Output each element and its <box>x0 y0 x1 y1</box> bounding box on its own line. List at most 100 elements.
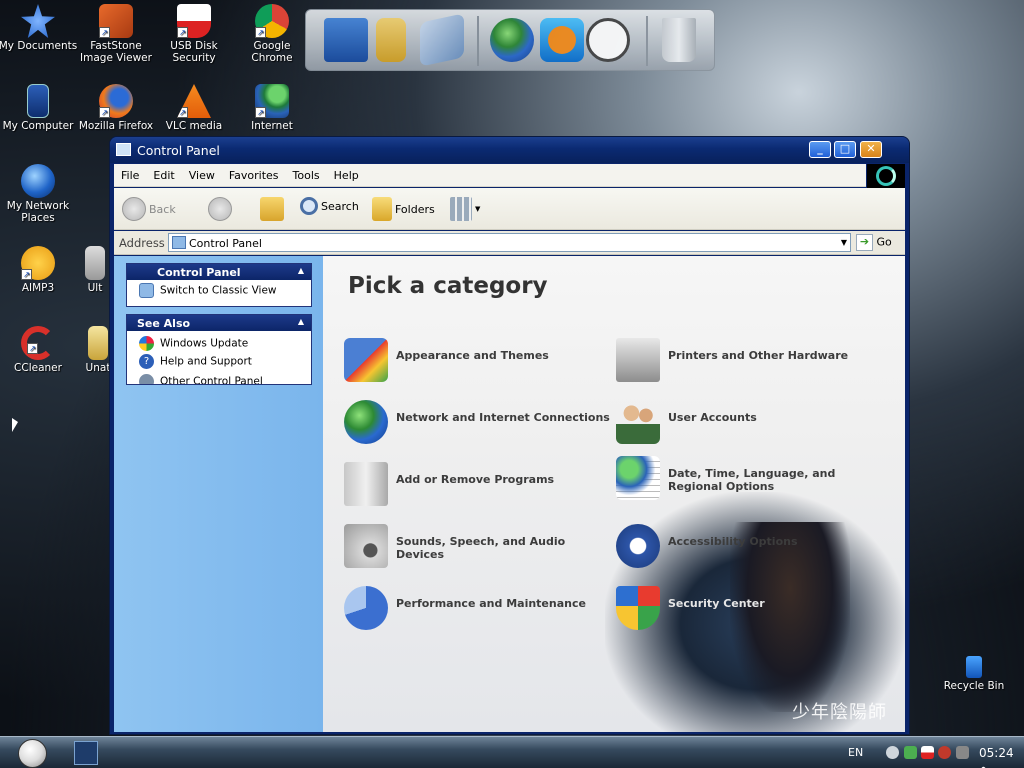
usb-security-icon: ↗ <box>177 4 211 38</box>
menu-favorites[interactable]: Favorites <box>222 164 286 182</box>
shortcut-arrow-icon: ↗ <box>21 269 32 280</box>
window-titlebar[interactable]: Control Panel _ □ ✕ <box>110 137 909 163</box>
ccleaner-icon: ↗ <box>21 326 55 360</box>
desktop-icon-label: My Computer <box>2 120 74 132</box>
category-network-connections[interactable]: Network and Internet Connections <box>344 400 614 450</box>
desktop-icon-label: My Documents <box>0 40 78 52</box>
category-performance-maintenance[interactable]: Performance and Maintenance <box>344 586 614 636</box>
menu-file[interactable]: File <box>114 164 146 182</box>
help-icon: ? <box>139 354 154 369</box>
close-button[interactable]: ✕ <box>860 141 882 158</box>
desktop-icon-my-computer[interactable]: My Computer <box>0 84 78 132</box>
star-documents-icon <box>21 4 55 38</box>
desktop-icon-my-documents[interactable]: My Documents <box>0 4 78 52</box>
desktop-icon-aimp[interactable]: ↗ AIMP3 <box>0 246 78 294</box>
search-button[interactable]: Search <box>300 197 359 223</box>
network-dock-icon[interactable] <box>420 13 464 67</box>
windows-update-link[interactable]: Windows Update <box>127 331 311 351</box>
tray-antivirus-icon[interactable] <box>938 746 951 759</box>
other-control-panel-link[interactable]: Other Control Panel <box>127 371 311 384</box>
page-heading: Pick a category <box>348 273 548 299</box>
desktop-icon-ccleaner[interactable]: ↗ CCleaner <box>0 326 78 374</box>
maximize-button[interactable]: □ <box>834 141 856 158</box>
address-input[interactable]: Control Panel ▼ <box>168 233 851 252</box>
toolbar: Back Search Folders ▼ <box>114 188 905 230</box>
desktop-icon-label: CCleaner <box>14 362 62 374</box>
dock-separator <box>477 16 479 66</box>
tray-volume-icon[interactable] <box>886 746 899 759</box>
start-button-soccer-ball-icon[interactable] <box>18 739 47 768</box>
collapse-chevron-icon[interactable]: ▲ <box>295 266 307 277</box>
security-shield-icon <box>616 586 660 630</box>
taskbar: EN 05:24 م <box>0 736 1024 768</box>
trash-dock-icon[interactable] <box>662 18 696 62</box>
menu-help[interactable]: Help <box>327 164 366 182</box>
help-support-link[interactable]: ? Help and Support <box>127 351 311 371</box>
category-sounds-audio[interactable]: Sounds, Speech, and Audio Devices <box>344 524 614 574</box>
control-panel-window: Control Panel _ □ ✕ File Edit View Favorite… <box>110 137 909 734</box>
minimize-button[interactable]: _ <box>809 141 831 158</box>
desktop-icon-vlc[interactable]: ↗ VLC media <box>154 84 234 132</box>
desktop-icon-label: VLC media <box>165 120 223 132</box>
speaker-icon <box>344 524 388 568</box>
category-printers-hardware[interactable]: Printers and Other Hardware <box>616 338 886 388</box>
category-date-time-language[interactable]: Date, Time, Language, and Regional Optio… <box>616 456 886 506</box>
menu-tools[interactable]: Tools <box>286 164 327 182</box>
shortcut-arrow-icon: ↗ <box>99 27 110 38</box>
network-places-icon <box>21 164 55 198</box>
views-dropdown-icon: ▼ <box>475 205 481 213</box>
category-add-remove-programs[interactable]: Add or Remove Programs <box>344 462 614 512</box>
language-indicator[interactable]: EN <box>848 746 863 759</box>
date-time-globe-icon <box>616 456 660 500</box>
desktop-icon-internet[interactable]: ↗ Internet <box>232 84 312 132</box>
go-button[interactable]: ➔ Go <box>856 234 892 251</box>
desktop-icon-recycle-bin[interactable]: Recycle Bin <box>934 656 1014 692</box>
faststone-icon: ↗ <box>99 4 133 38</box>
desktop-icon-firefox[interactable]: ↗ Mozilla Firefox <box>76 84 156 132</box>
recycle-bin-icon <box>966 656 982 678</box>
views-button[interactable]: ▼ <box>450 197 480 223</box>
appearance-themes-icon <box>344 338 388 382</box>
tray-app-icon[interactable] <box>956 746 969 759</box>
globe-dock-icon[interactable] <box>490 18 534 62</box>
menu-edit[interactable]: Edit <box>146 164 181 182</box>
menu-bar: File Edit View Favorites Tools Help <box>114 164 866 187</box>
address-dropdown-icon[interactable]: ▼ <box>841 238 847 247</box>
app-icon <box>88 326 108 360</box>
collapse-chevron-icon[interactable]: ▲ <box>295 317 307 328</box>
other-options-icon <box>139 374 154 384</box>
category-security-center[interactable]: Security Center <box>616 586 886 636</box>
back-button[interactable]: Back <box>122 197 176 223</box>
tray-network-icon[interactable] <box>904 746 917 759</box>
control-panel-box-header[interactable]: Control Panel ▲ <box>127 264 311 280</box>
see-also-box: See Also ▲ Windows Update ? Help and Supp… <box>126 314 312 385</box>
folders-button[interactable]: Folders <box>372 197 435 223</box>
forward-button[interactable] <box>208 197 232 223</box>
clock[interactable]: 05:24 م <box>979 746 1024 768</box>
desktop-icon-network-places[interactable]: My Network Places <box>0 164 78 224</box>
dock-separator <box>646 16 648 66</box>
switch-classic-view-link[interactable]: Switch to Classic View <box>127 280 311 300</box>
clock-dock-icon[interactable] <box>586 18 630 62</box>
firefox-icon: ↗ <box>99 84 133 118</box>
taskbar-control-panel-button[interactable] <box>74 741 98 765</box>
category-accessibility[interactable]: Accessibility Options <box>616 524 886 574</box>
desktop-icon-usb-security[interactable]: ↗ USB Disk Security <box>154 4 234 64</box>
category-appearance-themes[interactable]: Appearance and Themes <box>344 338 614 388</box>
control-panel-app-icon <box>116 143 131 156</box>
see-also-box-header[interactable]: See Also ▲ <box>127 315 311 331</box>
search-icon <box>300 197 318 215</box>
control-panel-small-icon <box>172 236 186 249</box>
desktop-icon-faststone[interactable]: ↗ FastStone Image Viewer <box>76 4 156 64</box>
folder-dock-icon[interactable] <box>376 18 406 62</box>
tray-usb-security-icon[interactable] <box>921 746 934 759</box>
desktop-icon-label: My Network Places <box>6 200 70 224</box>
up-folder-button[interactable] <box>260 197 284 223</box>
add-remove-programs-icon <box>344 462 388 506</box>
media-player-dock-icon[interactable] <box>540 18 584 62</box>
desktop-icon-label: Recycle Bin <box>943 680 1005 692</box>
menu-view[interactable]: View <box>182 164 222 182</box>
computer-dock-icon[interactable] <box>324 18 368 62</box>
desktop-icon-chrome[interactable]: ↗ Google Chrome <box>232 4 312 64</box>
category-user-accounts[interactable]: User Accounts <box>616 400 886 450</box>
